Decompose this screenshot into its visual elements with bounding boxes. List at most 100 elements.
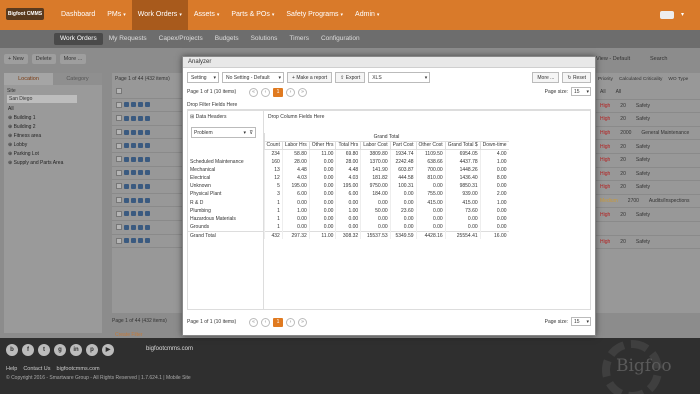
blog-icon[interactable]: b (6, 344, 18, 356)
row-action-icon[interactable] (131, 115, 136, 121)
tree-item[interactable]: ⊕ Fitness area (4, 131, 102, 140)
tree-item[interactable]: ⊕ Lobby (4, 140, 102, 149)
table-row[interactable]: High 2000 General Maintenance (596, 127, 700, 141)
pivot-row[interactable]: Plumbing 1 1.00 0.00 1.00 50.00 23.60 0.00 73.60… (188, 206, 509, 215)
nav-item-work-orders[interactable]: Work Orders ▾ (131, 0, 188, 30)
reset-button[interactable]: ↻ Reset (562, 71, 591, 83)
column-header-grand-total-[interactable]: Grand Total $ (444, 141, 481, 150)
nav-item-dashboard[interactable]: Dashboard (55, 0, 101, 30)
row-checkbox[interactable] (116, 88, 122, 95)
table-row[interactable] (112, 85, 182, 99)
row-action-icon[interactable] (131, 197, 136, 203)
table-row[interactable] (112, 126, 182, 140)
subnav-item-budgets[interactable]: Budgets (209, 33, 245, 45)
table-row[interactable] (112, 180, 182, 194)
tree-item[interactable]: ⊕ Parking Lot (4, 149, 102, 158)
no-setting-dropdown[interactable]: No Setting - Default ▾ (222, 71, 284, 83)
pivot-row[interactable]: Grounds 1 0.00 0.00 0.00 0.00 0.00 0.00 0.00 0.00 (188, 223, 509, 232)
next-page-icon[interactable]: › (286, 87, 295, 97)
pinterest-icon[interactable]: p (86, 344, 98, 356)
table-row[interactable] (112, 153, 182, 167)
prev-page-icon[interactable]: ‹ (261, 87, 270, 97)
column-header[interactable]: WO Type (668, 77, 688, 82)
table-row[interactable]: High 20 Safety (596, 113, 700, 127)
tree-item[interactable]: ⊕ Supply and Parts Area (4, 158, 102, 167)
column-header-labor-cost[interactable]: Labor Cost (360, 141, 391, 150)
nav-item-parts-pos[interactable]: Parts & POs ▾ (225, 0, 280, 30)
row-action-icon[interactable] (138, 115, 143, 121)
new-button[interactable]: + New (4, 54, 28, 64)
column-header-down-time[interactable]: Down-time (479, 141, 509, 150)
data-headers-label[interactable]: ⊞ Data Headers (190, 114, 226, 120)
current-page-button[interactable]: 1 (273, 317, 283, 327)
row-action-icon[interactable] (124, 211, 129, 217)
subnav-item-solutions[interactable]: Solutions (245, 33, 284, 45)
table-row[interactable]: Medium 2700 Audits/Inspections (596, 195, 700, 209)
pivot-row[interactable]: Unknown 5 195.00 0.00 195.00 9750.00 100.31 0.0… (188, 182, 509, 191)
row-checkbox[interactable] (116, 129, 122, 136)
row-checkbox[interactable] (116, 224, 122, 231)
tree-item[interactable]: All (4, 104, 102, 113)
row-action-icon[interactable] (124, 224, 129, 230)
row-action-icon[interactable] (145, 197, 150, 203)
column-header[interactable]: Calculated Criticality (619, 77, 662, 82)
pivot-row[interactable]: Hazardous Materials 1 0.00 0.00 0.00 0.00 0.00… (188, 214, 509, 224)
tab-category[interactable]: Category (53, 73, 102, 85)
row-action-icon[interactable] (124, 143, 129, 149)
row-action-icon[interactable] (124, 115, 129, 121)
website-link[interactable]: bigfootcmms.com (57, 366, 100, 372)
row-action-icon[interactable] (131, 183, 136, 189)
pivot-row[interactable]: Scheduled Maintenance 160 28.00 0.00 28.00 13… (188, 157, 509, 166)
column-header-other-cost[interactable]: Other Cost (415, 141, 446, 150)
column-header-labor-hrs[interactable]: Labor Hrs (281, 141, 310, 150)
filter-drop-zone[interactable]: Drop Filter Fields Here (187, 101, 591, 110)
table-row[interactable] (112, 167, 182, 181)
table-row[interactable] (112, 221, 182, 235)
row-action-icon[interactable] (138, 129, 143, 135)
delete-button[interactable]: Delete (31, 54, 56, 64)
last-page-icon[interactable]: » (298, 317, 307, 327)
pivot-row[interactable]: Electrical 12 4.03 0.00 4.03 181.82 444.58 810.… (188, 173, 509, 183)
facebook-icon[interactable]: f (22, 344, 34, 356)
row-action-icon[interactable] (124, 129, 129, 135)
row-action-icon[interactable] (145, 115, 150, 121)
table-row[interactable] (596, 222, 700, 236)
row-action-icon[interactable] (131, 170, 136, 176)
row-action-icon[interactable] (131, 224, 136, 230)
row-action-icon[interactable] (145, 211, 150, 217)
tree-item[interactable]: ⊕ Building 1 (4, 113, 102, 122)
subnav-item-configuration[interactable]: Configuration (315, 33, 366, 45)
contact-link[interactable]: Contact Us (23, 366, 50, 372)
user-menu-chevron-icon[interactable]: ▾ (681, 11, 684, 18)
next-page-icon[interactable]: › (286, 317, 295, 327)
help-link[interactable]: Help (6, 366, 17, 372)
nav-item-pms[interactable]: PMs ▾ (101, 0, 132, 30)
table-row[interactable] (112, 194, 182, 208)
row-action-icon[interactable] (124, 156, 129, 162)
table-row[interactable] (112, 99, 182, 113)
row-action-icon[interactable] (145, 143, 150, 149)
pivot-row[interactable]: Physical Plant 3 6.00 0.00 6.00 184.00 0.00 755… (188, 190, 509, 199)
subnav-item-capex-projects[interactable]: Capex/Projects (153, 33, 209, 45)
export-format-select[interactable]: XLS ▾ (368, 71, 431, 83)
row-action-icon[interactable] (145, 224, 150, 230)
linkedin-icon[interactable]: in (70, 344, 82, 356)
make-report-button[interactable]: + Make a report (287, 71, 333, 83)
row-checkbox[interactable] (116, 156, 122, 163)
row-action-icon[interactable] (138, 170, 143, 176)
table-row[interactable] (112, 235, 182, 249)
row-action-icon[interactable] (145, 238, 150, 244)
row-action-icon[interactable] (138, 224, 143, 230)
row-action-icon[interactable] (131, 102, 136, 108)
row-checkbox[interactable] (116, 210, 122, 217)
row-action-icon[interactable] (124, 170, 129, 176)
row-action-icon[interactable] (145, 156, 150, 162)
row-checkbox[interactable] (116, 197, 122, 204)
row-checkbox[interactable] (116, 115, 122, 122)
current-page-button[interactable]: 1 (273, 87, 283, 97)
more-options-button[interactable]: More ... (532, 71, 560, 83)
table-row[interactable]: High 20 Safety (596, 181, 700, 195)
table-row[interactable]: High 20 Safety (596, 140, 700, 154)
view-selector[interactable]: View - Default (596, 56, 630, 62)
row-action-icon[interactable] (124, 238, 129, 244)
